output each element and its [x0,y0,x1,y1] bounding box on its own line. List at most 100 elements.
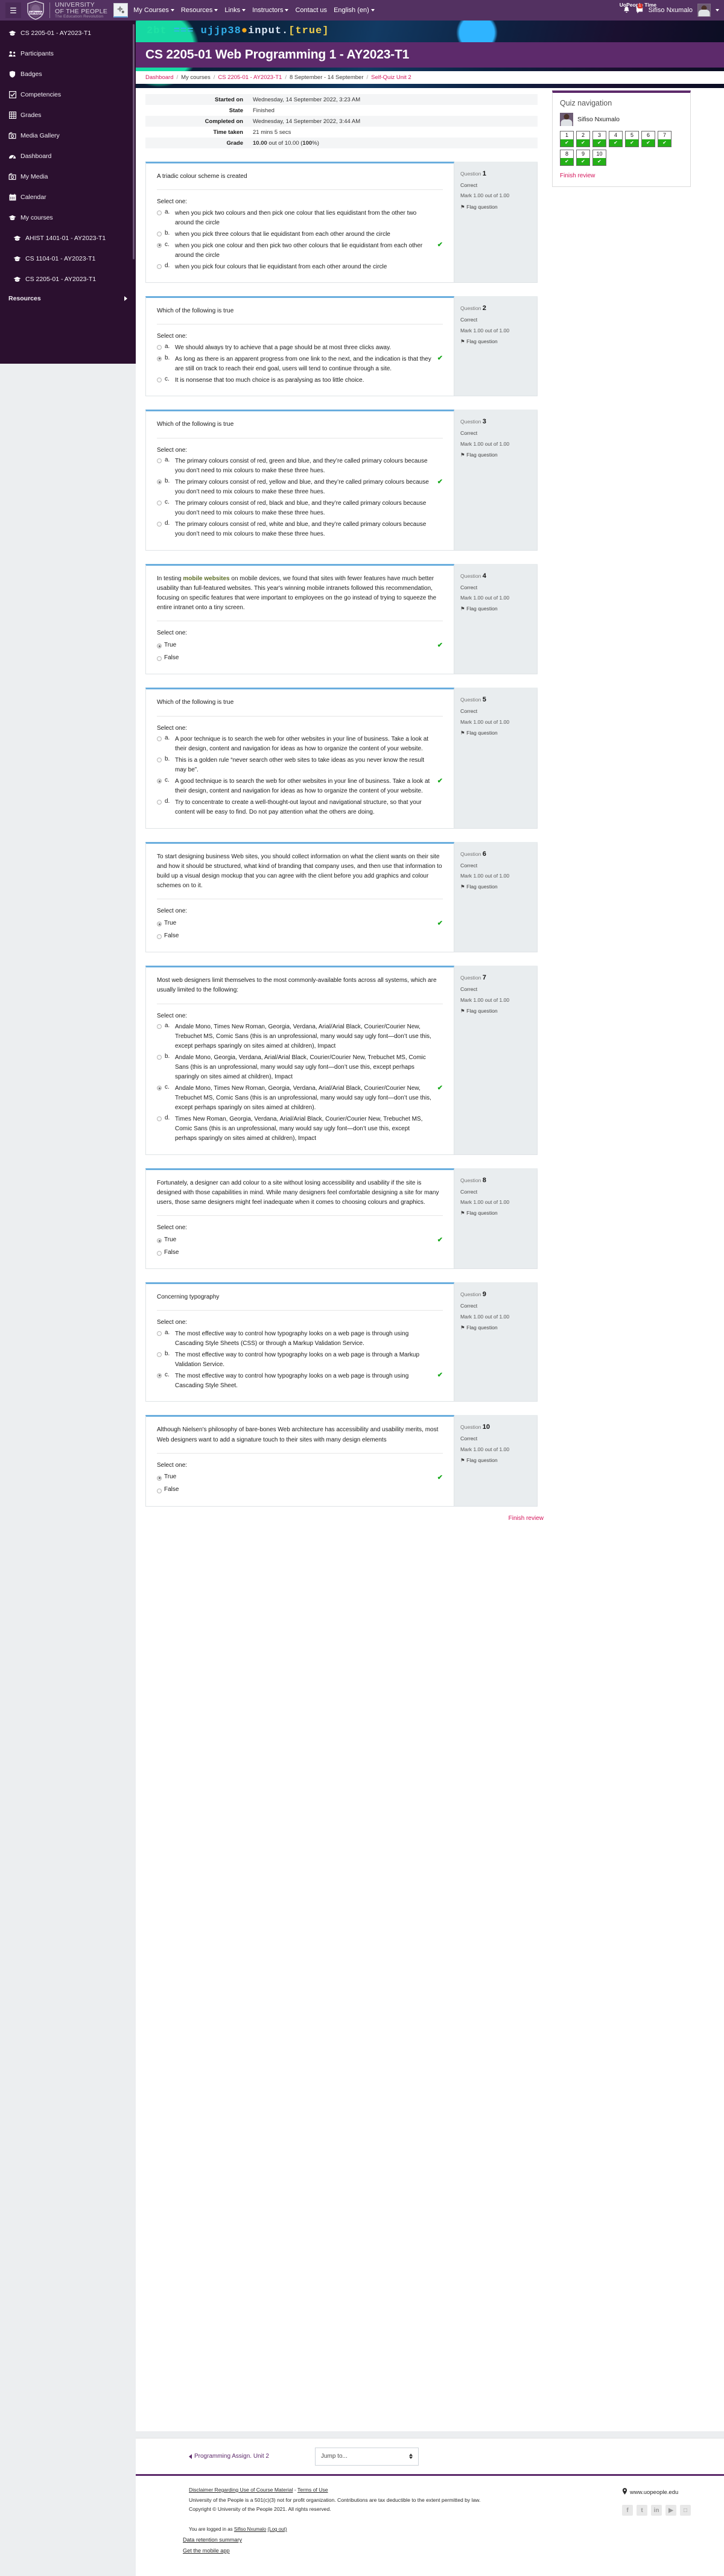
sidebar-item-dashboard[interactable]: Dashboard [0,146,136,166]
radio-button[interactable] [157,800,162,805]
radio-button[interactable] [157,644,162,649]
flag-question-link[interactable]: ⚑ Flag question [460,1457,531,1464]
radio-button[interactable] [157,522,162,527]
flag-question-link[interactable]: ⚑ Flag question [460,203,531,211]
answer-option[interactable]: d. Try to concentrate to create a well-th… [157,797,443,818]
avatar[interactable] [697,4,711,17]
sidebar-item-badges[interactable]: Badges [0,64,136,84]
radio-button[interactable] [157,1055,162,1060]
radio-button[interactable] [157,1116,162,1122]
disclaimer-link[interactable]: Disclaimer Regarding Use of Course Mater… [189,2487,293,2493]
linkedin-icon[interactable]: in [651,2505,662,2516]
footer-website[interactable]: www.uopeople.edu [622,2488,678,2496]
answer-option[interactable]: a. The most effective way to control how … [157,1328,443,1349]
flag-question-link[interactable]: ⚑ Flag question [460,1209,531,1217]
flag-question-link[interactable]: ⚑ Flag question [460,338,531,346]
answer-option[interactable]: c. when you pick one colour and then pick… [157,240,443,261]
sidebar-item-calendar[interactable]: Calendar [0,187,136,207]
radio-button[interactable] [157,736,162,741]
breadcrumb-item[interactable]: CS 2205-01 - AY2023-T1 [218,74,282,81]
sidebar-item-cs-2205-01-ay2023-t1[interactable]: CS 2205-01 - AY2023-T1 [0,23,136,43]
radio-button[interactable] [157,356,162,361]
radio-button[interactable] [157,479,162,485]
sidebar-item-cs-2205-01-ay2023-t1[interactable]: CS 2205-01 - AY2023-T1 [0,269,136,290]
radio-button[interactable] [157,922,162,927]
sidebar-item-resources[interactable]: Resources [0,290,136,308]
instagram-icon[interactable]: □ [680,2505,691,2516]
nav-link-resources[interactable]: Resources [181,7,218,14]
answer-option[interactable]: b. The most effective way to control how … [157,1349,443,1370]
radio-button[interactable] [157,458,162,464]
nav-link-language[interactable]: English (en) [334,7,375,14]
answer-option[interactable]: c. The most effective way to control how … [157,1370,443,1391]
radio-button[interactable] [157,210,162,215]
quiz-nav-question-10[interactable]: 10 ✔ [592,150,606,166]
flag-question-link[interactable]: ⚑ Flag question [460,1324,531,1332]
quiz-nav-question-8[interactable]: 8 ✔ [560,150,574,166]
quiz-nav-question-1[interactable]: 1 ✔ [560,131,574,147]
breadcrumb-item[interactable]: Self-Quiz Unit 2 [371,74,411,81]
nav-link-instructors[interactable]: Instructors [252,7,289,14]
quiz-nav-question-7[interactable]: 7 ✔ [658,131,672,147]
answer-option[interactable]: d. The primary colours consist of red, wh… [157,519,443,540]
quiz-nav-question-5[interactable]: 5 ✔ [625,131,639,147]
quiz-nav-question-3[interactable]: 3 ✔ [592,131,606,147]
radio-button[interactable] [157,1373,162,1378]
sidebar-item-my-media[interactable]: My Media [0,166,136,187]
radio-button[interactable] [157,1251,162,1256]
radio-button[interactable] [157,1086,162,1091]
answer-option[interactable]: a. We should always try to achieve that a… [157,342,443,353]
answer-option[interactable]: False [157,929,443,942]
answer-option[interactable]: True ✔ [157,1471,443,1484]
quiz-nav-question-6[interactable]: 6 ✔ [641,131,655,147]
radio-button[interactable] [157,1488,162,1493]
user-name[interactable]: Sifiso Nxumalo [649,7,693,14]
radio-button[interactable] [157,501,162,506]
radio-button[interactable] [157,231,162,236]
quiz-nav-question-4[interactable]: 4 ✔ [609,131,623,147]
terms-of-use-link[interactable]: Terms of Use [297,2487,328,2493]
radio-button[interactable] [157,1331,162,1336]
answer-option[interactable]: d. when you pick four colours that lie eq… [157,261,443,273]
twitter-icon[interactable]: t [637,2505,647,2516]
flag-question-link[interactable]: ⚑ Flag question [460,605,531,613]
answer-option[interactable]: d. Times New Roman, Georgia, Verdana, Ari… [157,1114,443,1145]
logout-link[interactable]: (Log out) [267,2527,287,2532]
answer-option[interactable]: c. It is nonsense that too much choice is… [157,375,443,386]
radio-button[interactable] [157,1024,162,1030]
data-retention-link[interactable]: Data retention summary [183,2537,242,2543]
answer-option[interactable]: c. A good technique is to search the web … [157,776,443,797]
quiz-nav-question-9[interactable]: 9 ✔ [576,150,590,166]
radio-button[interactable] [157,242,162,248]
sidebar-item-competencies[interactable]: Competencies [0,84,136,105]
answer-option[interactable]: False [157,1246,443,1259]
radio-button[interactable] [157,656,162,662]
messages-button[interactable]: 1 [635,4,644,14]
answer-option[interactable]: a. when you pick two colours and then pic… [157,207,443,229]
logged-in-user-link[interactable]: Sifiso Nxumalo [234,2527,266,2532]
sidebar-item-media-gallery[interactable]: Media Gallery [0,125,136,146]
finish-review-link[interactable]: Finish review [560,172,683,179]
nav-link-my-courses[interactable]: My Courses [133,7,174,14]
sidebar-item-ahist-1401-01-ay2023-t1[interactable]: AHIST 1401-01 - AY2023-T1 [0,228,136,248]
previous-activity-link[interactable]: Programming Assign. Unit 2 [189,2453,269,2460]
hamburger-icon[interactable]: ☰ [5,2,21,18]
youtube-icon[interactable]: ▶ [665,2505,676,2516]
answer-option[interactable]: a. Andale Mono, Times New Roman, Georgia,… [157,1022,443,1052]
sidebar-item-grades[interactable]: Grades [0,105,136,125]
answer-option[interactable]: c. Andale Mono, Times New Roman, Georgia,… [157,1083,443,1114]
sidebar-scrollbar[interactable] [133,24,135,259]
radio-button[interactable] [157,1238,162,1244]
answer-option[interactable]: c. The primary colours consist of red, bl… [157,498,443,519]
breadcrumb-item[interactable]: Dashboard [145,74,173,81]
facebook-icon[interactable]: f [622,2505,633,2516]
answer-option[interactable]: b. This is a golden rule “never search ot… [157,755,443,776]
answer-option[interactable]: b. The primary colours consist of red, ye… [157,477,443,498]
brand-logo[interactable]: UoPeople UNIVERSITY OF THE PEOPLE The Ed… [27,1,107,20]
gear-icon[interactable] [113,3,129,17]
radio-button[interactable] [157,264,162,269]
answer-option[interactable]: a. A poor technique is to search the web … [157,734,443,755]
radio-button[interactable] [157,1352,162,1357]
answer-option[interactable]: False [157,651,443,664]
sidebar-item-participants[interactable]: Participants [0,43,136,64]
